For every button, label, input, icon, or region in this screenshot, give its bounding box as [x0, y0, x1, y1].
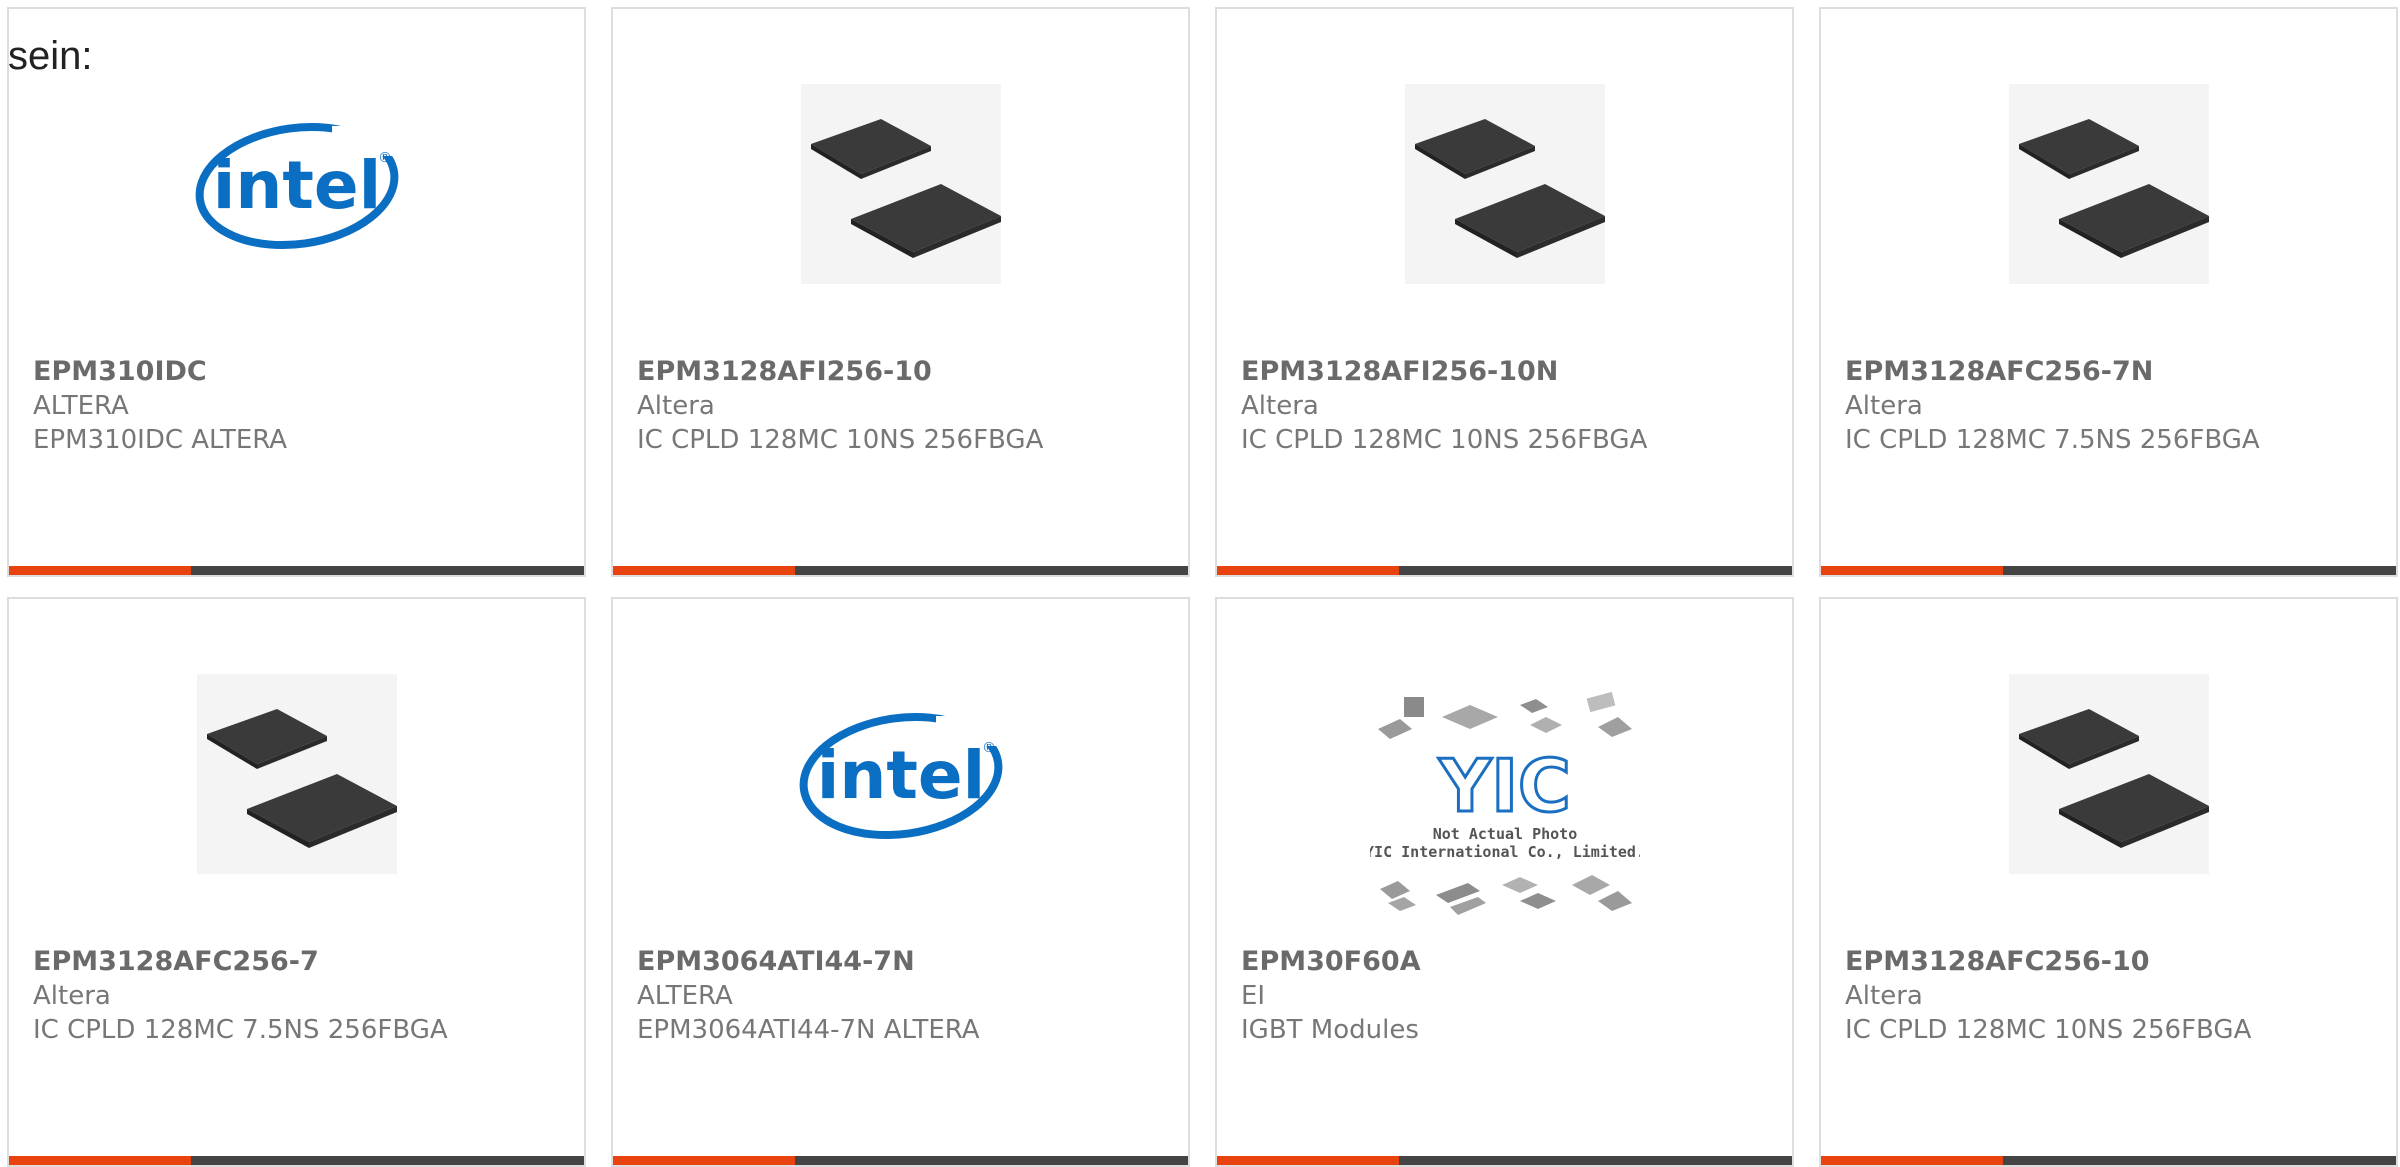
manufacturer: Altera [1845, 391, 1923, 421]
yic-caption-line1: Not Actual Photo [1432, 825, 1577, 843]
manufacturer: ALTERA [637, 981, 733, 1011]
yic-mark-text: YIC [1438, 744, 1571, 828]
card-footer-bar [613, 1156, 1188, 1165]
product-card[interactable]: intel ® EPM3064ATI44-7N ALTERA EPM3064AT… [611, 597, 1190, 1167]
manufacturer: Altera [1241, 391, 1319, 421]
manufacturer: ALTERA [33, 391, 129, 421]
description: IC CPLD 128MC 7.5NS 256FBGA [33, 1015, 448, 1045]
card-footer-bar [9, 566, 584, 575]
product-card[interactable]: EPM3128AFC256-10 Altera IC CPLD 128MC 10… [1819, 597, 2398, 1167]
card-footer-bar [1821, 566, 2396, 575]
part-number[interactable]: EPM30F60A [1241, 945, 1772, 979]
manufacturer: Altera [33, 981, 111, 1011]
bga-chip-image [1821, 79, 2396, 289]
description: IC CPLD 128MC 10NS 256FBGA [1241, 425, 1648, 455]
description: IGBT Modules [1241, 1015, 1419, 1045]
card-footer-bar [1217, 566, 1792, 575]
bga-chip-image [9, 669, 584, 879]
product-card[interactable]: EPM3128AFI256-10 Altera IC CPLD 128MC 10… [611, 7, 1190, 577]
card-footer-bar [613, 566, 1188, 575]
svg-text:®: ® [378, 150, 392, 166]
bga-chip-image [613, 79, 1188, 289]
description: IC CPLD 128MC 7.5NS 256FBGA [1845, 425, 2260, 455]
product-card[interactable]: YIC Not Actual Photo YIC International C… [1215, 597, 1794, 1167]
yic-caption-line2: YIC International Co., Limited. [1370, 843, 1640, 861]
part-number[interactable]: EPM3064ATI44-7N [637, 945, 1168, 979]
manufacturer: Altera [1845, 981, 1923, 1011]
part-number[interactable]: EPM3128AFC256-7 [33, 945, 564, 979]
bga-chip-image [1821, 669, 2396, 879]
manufacturer: EI [1241, 981, 1266, 1011]
product-card[interactable]: EPM3128AFC256-7 Altera IC CPLD 128MC 7.5… [7, 597, 586, 1167]
card-footer-bar [1217, 1156, 1792, 1165]
manufacturer: Altera [637, 391, 715, 421]
description: EPM310IDC ALTERA [33, 425, 288, 455]
part-number[interactable]: EPM3128AFC256-10 [1845, 945, 2376, 979]
part-number[interactable]: EPM3128AFI256-10N [1241, 355, 1772, 389]
card-footer-bar [1821, 1156, 2396, 1165]
product-card[interactable]: EPM3128AFI256-10N Altera IC CPLD 128MC 1… [1215, 7, 1794, 577]
intel-logo-text: intel [212, 147, 381, 224]
svg-text:®: ® [982, 740, 996, 756]
product-grid: intel ® EPM310IDC ALTERA EPM310IDC ALTER… [0, 0, 2400, 1167]
product-card[interactable]: intel ® EPM310IDC ALTERA EPM310IDC ALTER… [7, 7, 586, 577]
yic-placeholder-image: YIC Not Actual Photo YIC International C… [1217, 689, 1792, 929]
card-footer-bar [9, 1156, 584, 1165]
part-number[interactable]: EPM310IDC [33, 355, 564, 389]
intel-logo-text: intel [816, 737, 985, 814]
description: IC CPLD 128MC 10NS 256FBGA [637, 425, 1044, 455]
description: EPM3064ATI44-7N ALTERA [637, 1015, 980, 1045]
intel-logo-image: intel ® [613, 669, 1188, 879]
part-number[interactable]: EPM3128AFI256-10 [637, 355, 1168, 389]
part-number[interactable]: EPM3128AFC256-7N [1845, 355, 2376, 389]
description: IC CPLD 128MC 10NS 256FBGA [1845, 1015, 2252, 1045]
bga-chip-image [1217, 79, 1792, 289]
product-card[interactable]: EPM3128AFC256-7N Altera IC CPLD 128MC 7.… [1819, 7, 2398, 577]
intro-text: sein: [8, 34, 93, 78]
intel-logo-image: intel ® [9, 79, 584, 289]
